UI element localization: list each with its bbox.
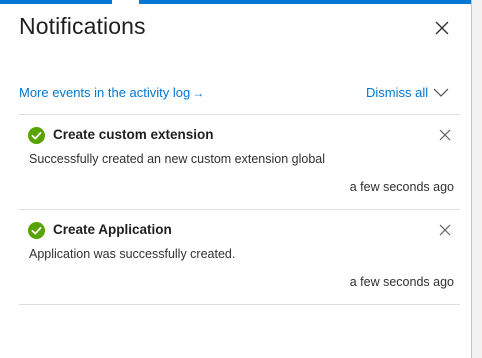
close-icon[interactable] (438, 128, 452, 142)
background-strip (472, 0, 482, 358)
notification-card: Create Application Application was succe… (19, 209, 460, 304)
divider (19, 304, 460, 305)
activity-log-link-label: More events in the activity log (19, 85, 191, 100)
dismiss-all-button[interactable]: Dismiss all (366, 85, 428, 100)
chevron-down-icon[interactable] (432, 86, 450, 98)
success-check-icon (28, 127, 45, 144)
top-accent-bar-right (139, 0, 471, 4)
top-accent-bar-left (0, 0, 112, 4)
notification-message: Successfully created an new custom exten… (29, 152, 325, 166)
notification-title: Create custom extension (53, 127, 214, 142)
panel-title: Notifications (19, 13, 146, 39)
notification-message: Application was successfully created. (29, 247, 236, 261)
success-check-icon (28, 222, 45, 239)
notification-title: Create Application (53, 222, 172, 237)
activity-log-link[interactable]: More events in the activity log → (19, 85, 204, 100)
notification-card: Create custom extension Successfully cre… (19, 114, 460, 209)
close-icon[interactable] (438, 223, 452, 237)
notification-timestamp: a few seconds ago (349, 180, 454, 194)
arrow-right-icon: → (192, 86, 205, 100)
close-icon[interactable] (433, 19, 451, 37)
notification-timestamp: a few seconds ago (349, 275, 454, 289)
